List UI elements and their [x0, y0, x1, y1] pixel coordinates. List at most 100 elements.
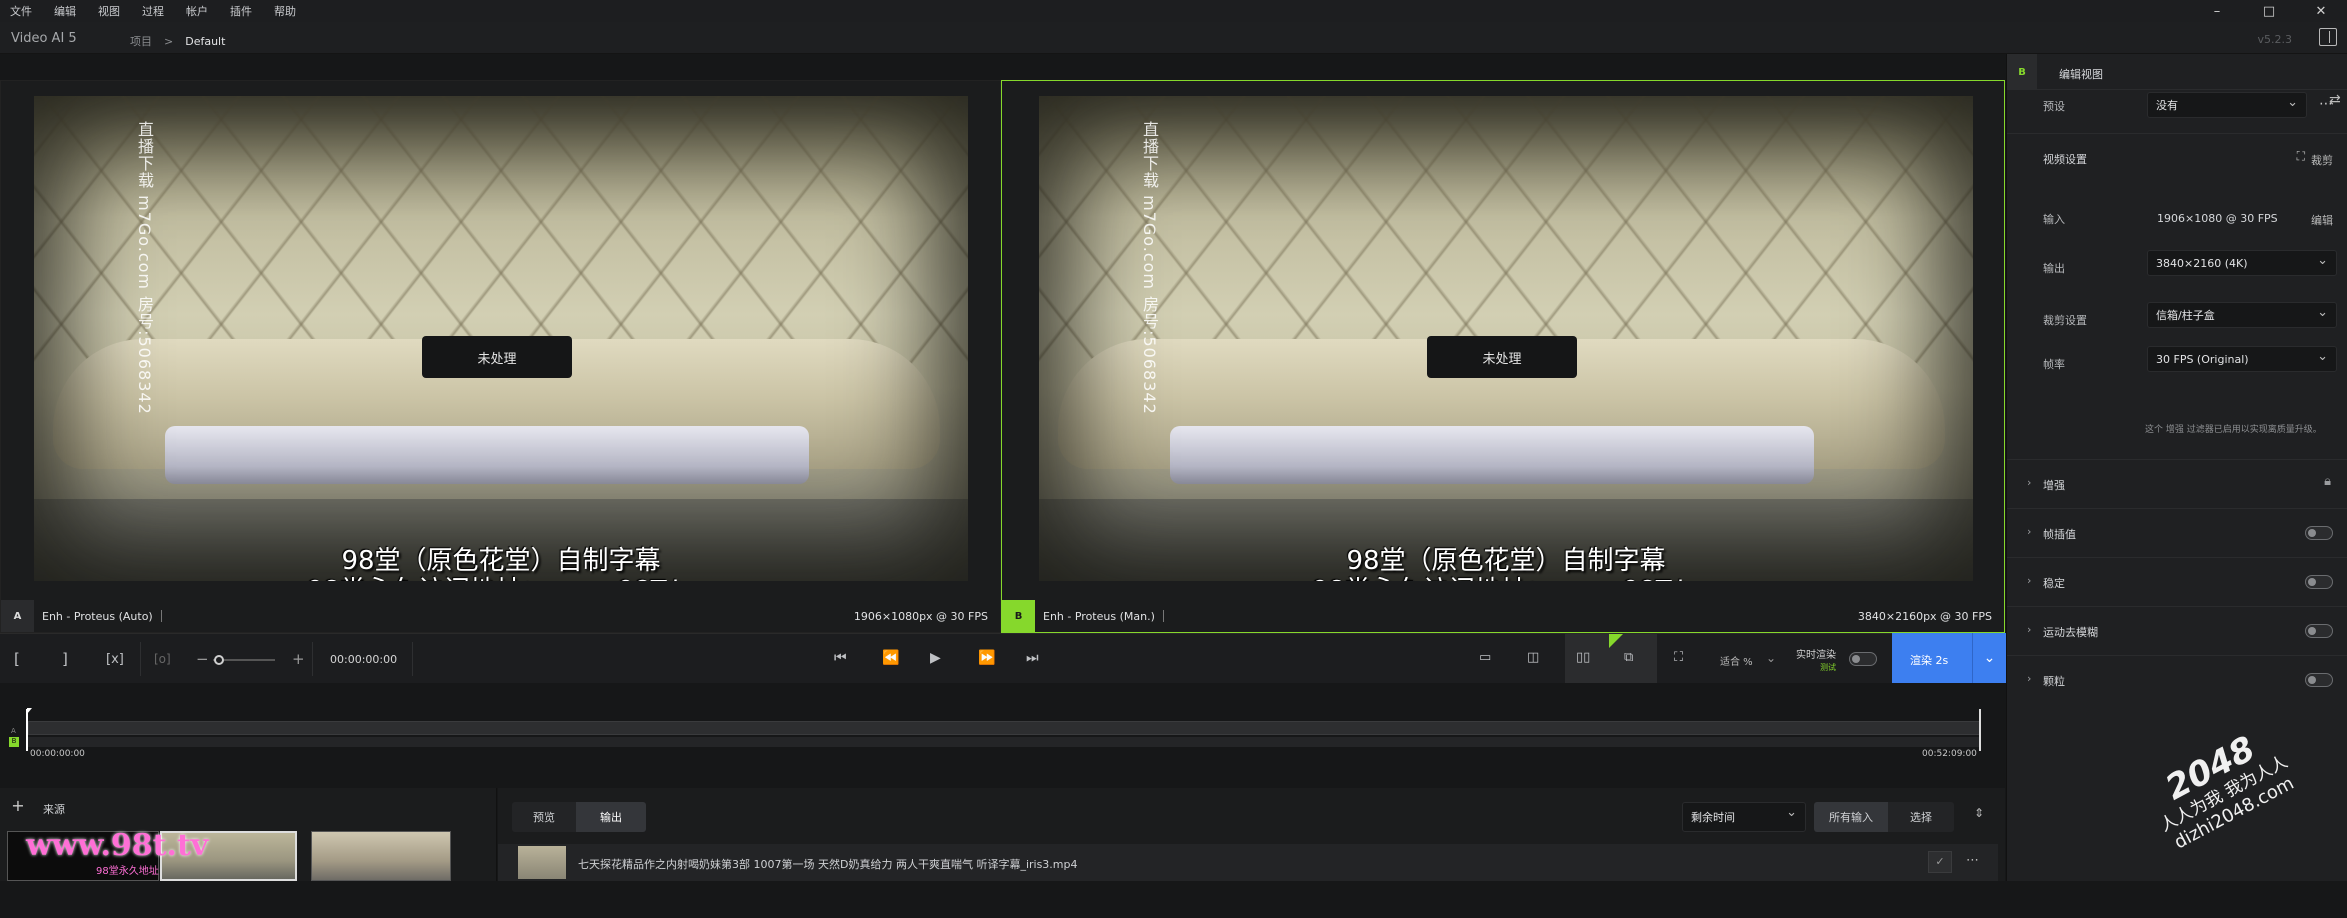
step-forward-icon[interactable]: ⏩	[978, 650, 995, 666]
panel-title: 编辑视图	[2059, 68, 2103, 81]
zoom-slider-handle[interactable]	[214, 655, 225, 665]
timeline-end-time: 00:52:09:00	[1922, 749, 1977, 759]
sort-order-icon[interactable]: ⇕	[1974, 806, 1984, 820]
minimize-icon[interactable]: –	[2191, 4, 2243, 19]
section-enhance[interactable]: › 增强 🔒︎	[2007, 459, 2347, 508]
chevron-right-icon: ›	[2027, 623, 2032, 636]
framerate-dropdown[interactable]: 30 FPS (Original)	[2147, 346, 2337, 372]
section-frame-interpolation[interactable]: › 帧插值	[2007, 508, 2347, 557]
chevron-right-icon: ›	[2027, 574, 2032, 587]
edit-input-button[interactable]: 编辑	[2311, 212, 2333, 228]
sort-dropdown[interactable]: 剩余时间	[1682, 802, 1806, 832]
step-back-icon[interactable]: ⏪	[882, 650, 899, 666]
overlay-watermark-sub: 98堂永久地址	[96, 866, 159, 877]
mark-out-icon[interactable]: ]	[62, 650, 68, 668]
panel-badge: B	[2007, 54, 2037, 90]
version-label: v5.2.3	[2257, 33, 2293, 46]
viewer-original[interactable]: 直播下载 m7Go.com 房号:5068342 98堂（原色花堂）自制字幕 9…	[0, 80, 1001, 633]
menu-view[interactable]: 视图	[98, 3, 120, 19]
section-stabilize[interactable]: › 稳定	[2007, 557, 2347, 606]
crop-icon[interactable]: ⛶	[2297, 149, 2305, 164]
track-b-label: B	[9, 737, 19, 747]
overlay-watermark-logo: www.98t.tv	[26, 828, 209, 863]
select-button[interactable]: 选择	[1888, 802, 1954, 832]
tab-preview[interactable]: 预览	[512, 802, 576, 832]
grain-toggle[interactable]	[2305, 673, 2333, 687]
add-source-button[interactable]: +	[8, 796, 28, 816]
preset-dropdown[interactable]: 没有	[2147, 92, 2307, 118]
check-icon[interactable]: ✓	[1928, 851, 1952, 873]
single-view-icon[interactable]: ▭	[1479, 650, 1491, 665]
maximize-icon[interactable]: □	[2243, 4, 2295, 19]
play-icon[interactable]: ▶	[930, 650, 941, 666]
close-icon[interactable]: ✕	[2295, 4, 2347, 19]
menu-file[interactable]: 文件	[10, 3, 32, 19]
fullscreen-icon[interactable]: ⛶	[1674, 650, 1683, 665]
skip-end-icon[interactable]: ⏭	[1026, 650, 1039, 666]
output-queue: 预览 输出 剩余时间 所有输入 选择 ⇕ 七天探花精品作之内射喝奶妹第3部 10…	[498, 788, 2005, 881]
clear-marks-icon[interactable]: [x]	[106, 652, 124, 667]
timeline[interactable]: A B 00:00:00:00 00:52:09:00	[0, 683, 2005, 788]
stabilize-toggle[interactable]	[2305, 575, 2333, 589]
menu-edit[interactable]: 编辑	[54, 3, 76, 19]
source-thumbnail[interactable]	[311, 831, 451, 881]
section-grain[interactable]: › 颗粒	[2007, 655, 2347, 704]
crop-settings-dropdown[interactable]: 信箱/柱子盒	[2147, 302, 2337, 328]
swap-icon[interactable]: ⇄	[2329, 92, 2341, 108]
zoom-slider[interactable]	[213, 655, 275, 665]
menu-process[interactable]: 过程	[142, 3, 164, 19]
tab-output[interactable]: 输出	[576, 802, 646, 832]
timeline-track[interactable]	[28, 721, 1980, 735]
queue-item[interactable]: 七天探花精品作之内射喝奶妹第3部 1007第一场 天然D奶真给力 两人干爽直喘气…	[498, 844, 1998, 881]
realtime-render-label: 实时渲染	[1796, 650, 1836, 661]
more-options-icon[interactable]: ⋯	[1966, 853, 1979, 868]
input-value: 1906×1080 @ 30 FPS	[2157, 212, 2278, 225]
output-dropdown[interactable]: 3840×2160 (4K)	[2147, 250, 2337, 276]
subtitle-line-2: 98堂永久访问地址：www.98T.la	[1039, 570, 1973, 581]
stacked-view-icon[interactable]: ⧉	[1624, 650, 1633, 665]
menu-plugins[interactable]: 插件	[230, 3, 252, 19]
side-by-side-view-icon[interactable]: ▯▯	[1576, 650, 1590, 665]
breadcrumb-current: Default	[185, 34, 226, 48]
framerate-label: 帧率	[2043, 358, 2065, 371]
model-label[interactable]: Enh - Proteus (Auto)	[42, 610, 153, 623]
lock-icon: 🔒︎	[2324, 474, 2331, 489]
mark-in-icon[interactable]: [	[14, 650, 20, 668]
zoom-out-icon[interactable]: −	[196, 650, 209, 668]
sources-panel: + 来源 www.98t.tv 98堂永久地址	[0, 788, 497, 881]
crop-button[interactable]: 裁剪	[2311, 152, 2333, 168]
breadcrumb-root[interactable]: 项目	[130, 33, 152, 49]
model-label[interactable]: Enh - Proteus (Man.)	[1043, 610, 1155, 623]
subtitle-line-2: 98堂永久访问地址：www.98T.la	[34, 570, 968, 581]
chevron-down-icon[interactable]: ⌄	[1972, 633, 2006, 683]
motion-deblur-toggle[interactable]	[2305, 624, 2333, 638]
frame-interpolation-toggle[interactable]	[2305, 526, 2333, 540]
viewer-preview[interactable]: 直播下载 m7Go.com 房号:5068342 98堂（原色花堂）自制字幕 9…	[1001, 80, 2005, 633]
window-controls: – □ ✕	[2191, 0, 2347, 22]
chevron-right-icon: >	[164, 34, 174, 48]
menu-help[interactable]: 帮助	[274, 3, 296, 19]
render-button[interactable]: 渲染 2s ⌄	[1892, 633, 2006, 683]
section-motion-deblur[interactable]: › 运动去模糊	[2007, 606, 2347, 655]
beta-label: 测试	[1820, 663, 1836, 672]
preset-label: 预设	[2043, 100, 2065, 113]
timecode[interactable]: 00:00:00:00	[330, 653, 397, 666]
track-a-label: A	[11, 727, 16, 735]
zoom-in-icon[interactable]: +	[292, 650, 305, 668]
fit-zoom-dropdown[interactable]: 适合 %	[1720, 653, 1753, 668]
split-view-icon[interactable]: ◫	[1527, 650, 1539, 665]
playhead[interactable]	[26, 709, 28, 751]
menu-account[interactable]: 帐户	[186, 3, 208, 19]
viewer-footer: B Enh - Proteus (Man.) 3840×2160px @ 30 …	[1002, 600, 2004, 632]
toggle-panel-icon[interactable]	[2319, 28, 2337, 46]
input-label: 输入	[2043, 213, 2065, 226]
out-marker[interactable]	[1979, 709, 1981, 751]
skip-start-icon[interactable]: ⏮	[834, 650, 847, 666]
video-watermark: 直播下载 m7Go.com 房号:5068342	[135, 121, 154, 415]
loop-icon[interactable]: [o]	[154, 652, 171, 666]
filter-all-inputs[interactable]: 所有输入	[1814, 802, 1888, 832]
realtime-render-toggle[interactable]	[1849, 652, 1877, 666]
timeline-track-output[interactable]	[28, 737, 1980, 747]
crop-settings-label: 裁剪设置	[2043, 314, 2087, 327]
output-label: 输出	[2043, 262, 2065, 275]
